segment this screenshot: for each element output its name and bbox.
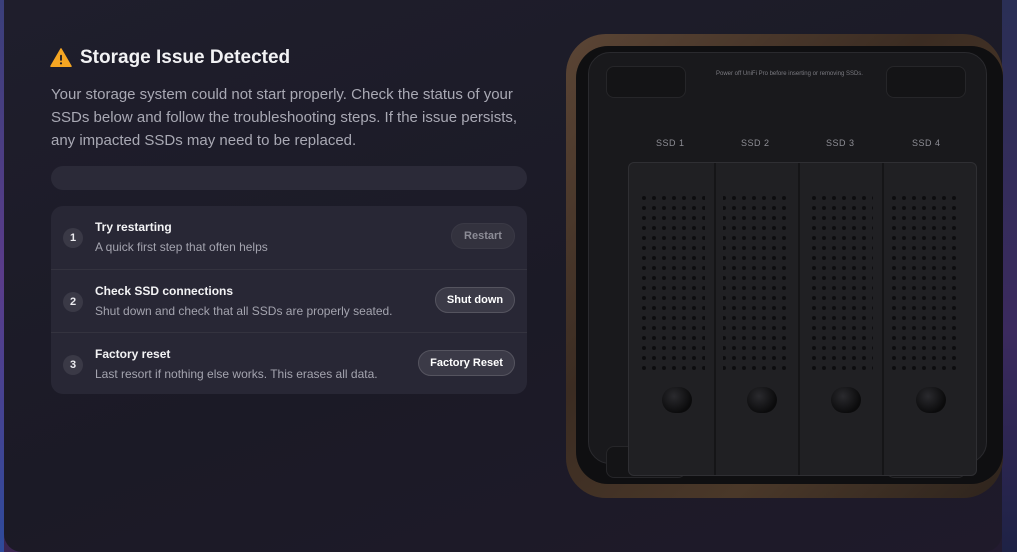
restart-button[interactable]: Restart: [451, 223, 515, 249]
ssd-latch: [831, 387, 861, 413]
ssd-latch: [916, 387, 946, 413]
ssd-plate: [628, 162, 977, 476]
troubleshooting-steps: 1 Try restarting A quick first step that…: [51, 206, 527, 394]
step-number: 3: [63, 355, 83, 375]
alert-title: Storage Issue Detected: [80, 47, 291, 68]
alert-description: Your storage system could not start prop…: [51, 86, 518, 149]
alert-header: Storage Issue Detected: [50, 47, 290, 69]
ssd-latch: [662, 387, 692, 413]
step-title: Factory reset: [95, 347, 171, 361]
step-description: Shut down and check that all SSDs are pr…: [95, 304, 393, 318]
step-check-ssd: 2 Check SSD connections Shut down and ch…: [51, 269, 527, 332]
slot-label-ssd2: SSD 2: [741, 138, 770, 148]
shut-down-button[interactable]: Shut down: [435, 287, 515, 313]
corner-pad: [606, 66, 686, 98]
slot-label-ssd1: SSD 1: [656, 138, 685, 148]
vent-grid: [639, 163, 957, 475]
step-title: Check SSD connections: [95, 284, 234, 298]
device-notice: Power off UniFi Pro before inserting or …: [716, 71, 863, 77]
device-illustration: Power off UniFi Pro before inserting or …: [566, 34, 1003, 498]
step-number: 1: [63, 228, 83, 248]
ssd-latch: [747, 387, 777, 413]
step-description: Last resort if nothing else works. This …: [95, 367, 378, 381]
step-number: 2: [63, 292, 83, 312]
step-description: A quick first step that often helps: [95, 240, 268, 254]
slot-label-ssd4: SSD 4: [912, 138, 941, 148]
slot-label-ssd3: SSD 3: [826, 138, 855, 148]
step-factory-reset: 3 Factory reset Last resort if nothing e…: [51, 332, 527, 394]
step-title: Try restarting: [95, 220, 172, 234]
factory-reset-button[interactable]: Factory Reset: [418, 350, 515, 376]
step-restart: 1 Try restarting A quick first step that…: [51, 206, 527, 268]
progress-bar: [51, 166, 527, 190]
warning-icon: [50, 48, 72, 67]
corner-pad: [886, 66, 966, 98]
window-edge-right: [1002, 0, 1017, 552]
